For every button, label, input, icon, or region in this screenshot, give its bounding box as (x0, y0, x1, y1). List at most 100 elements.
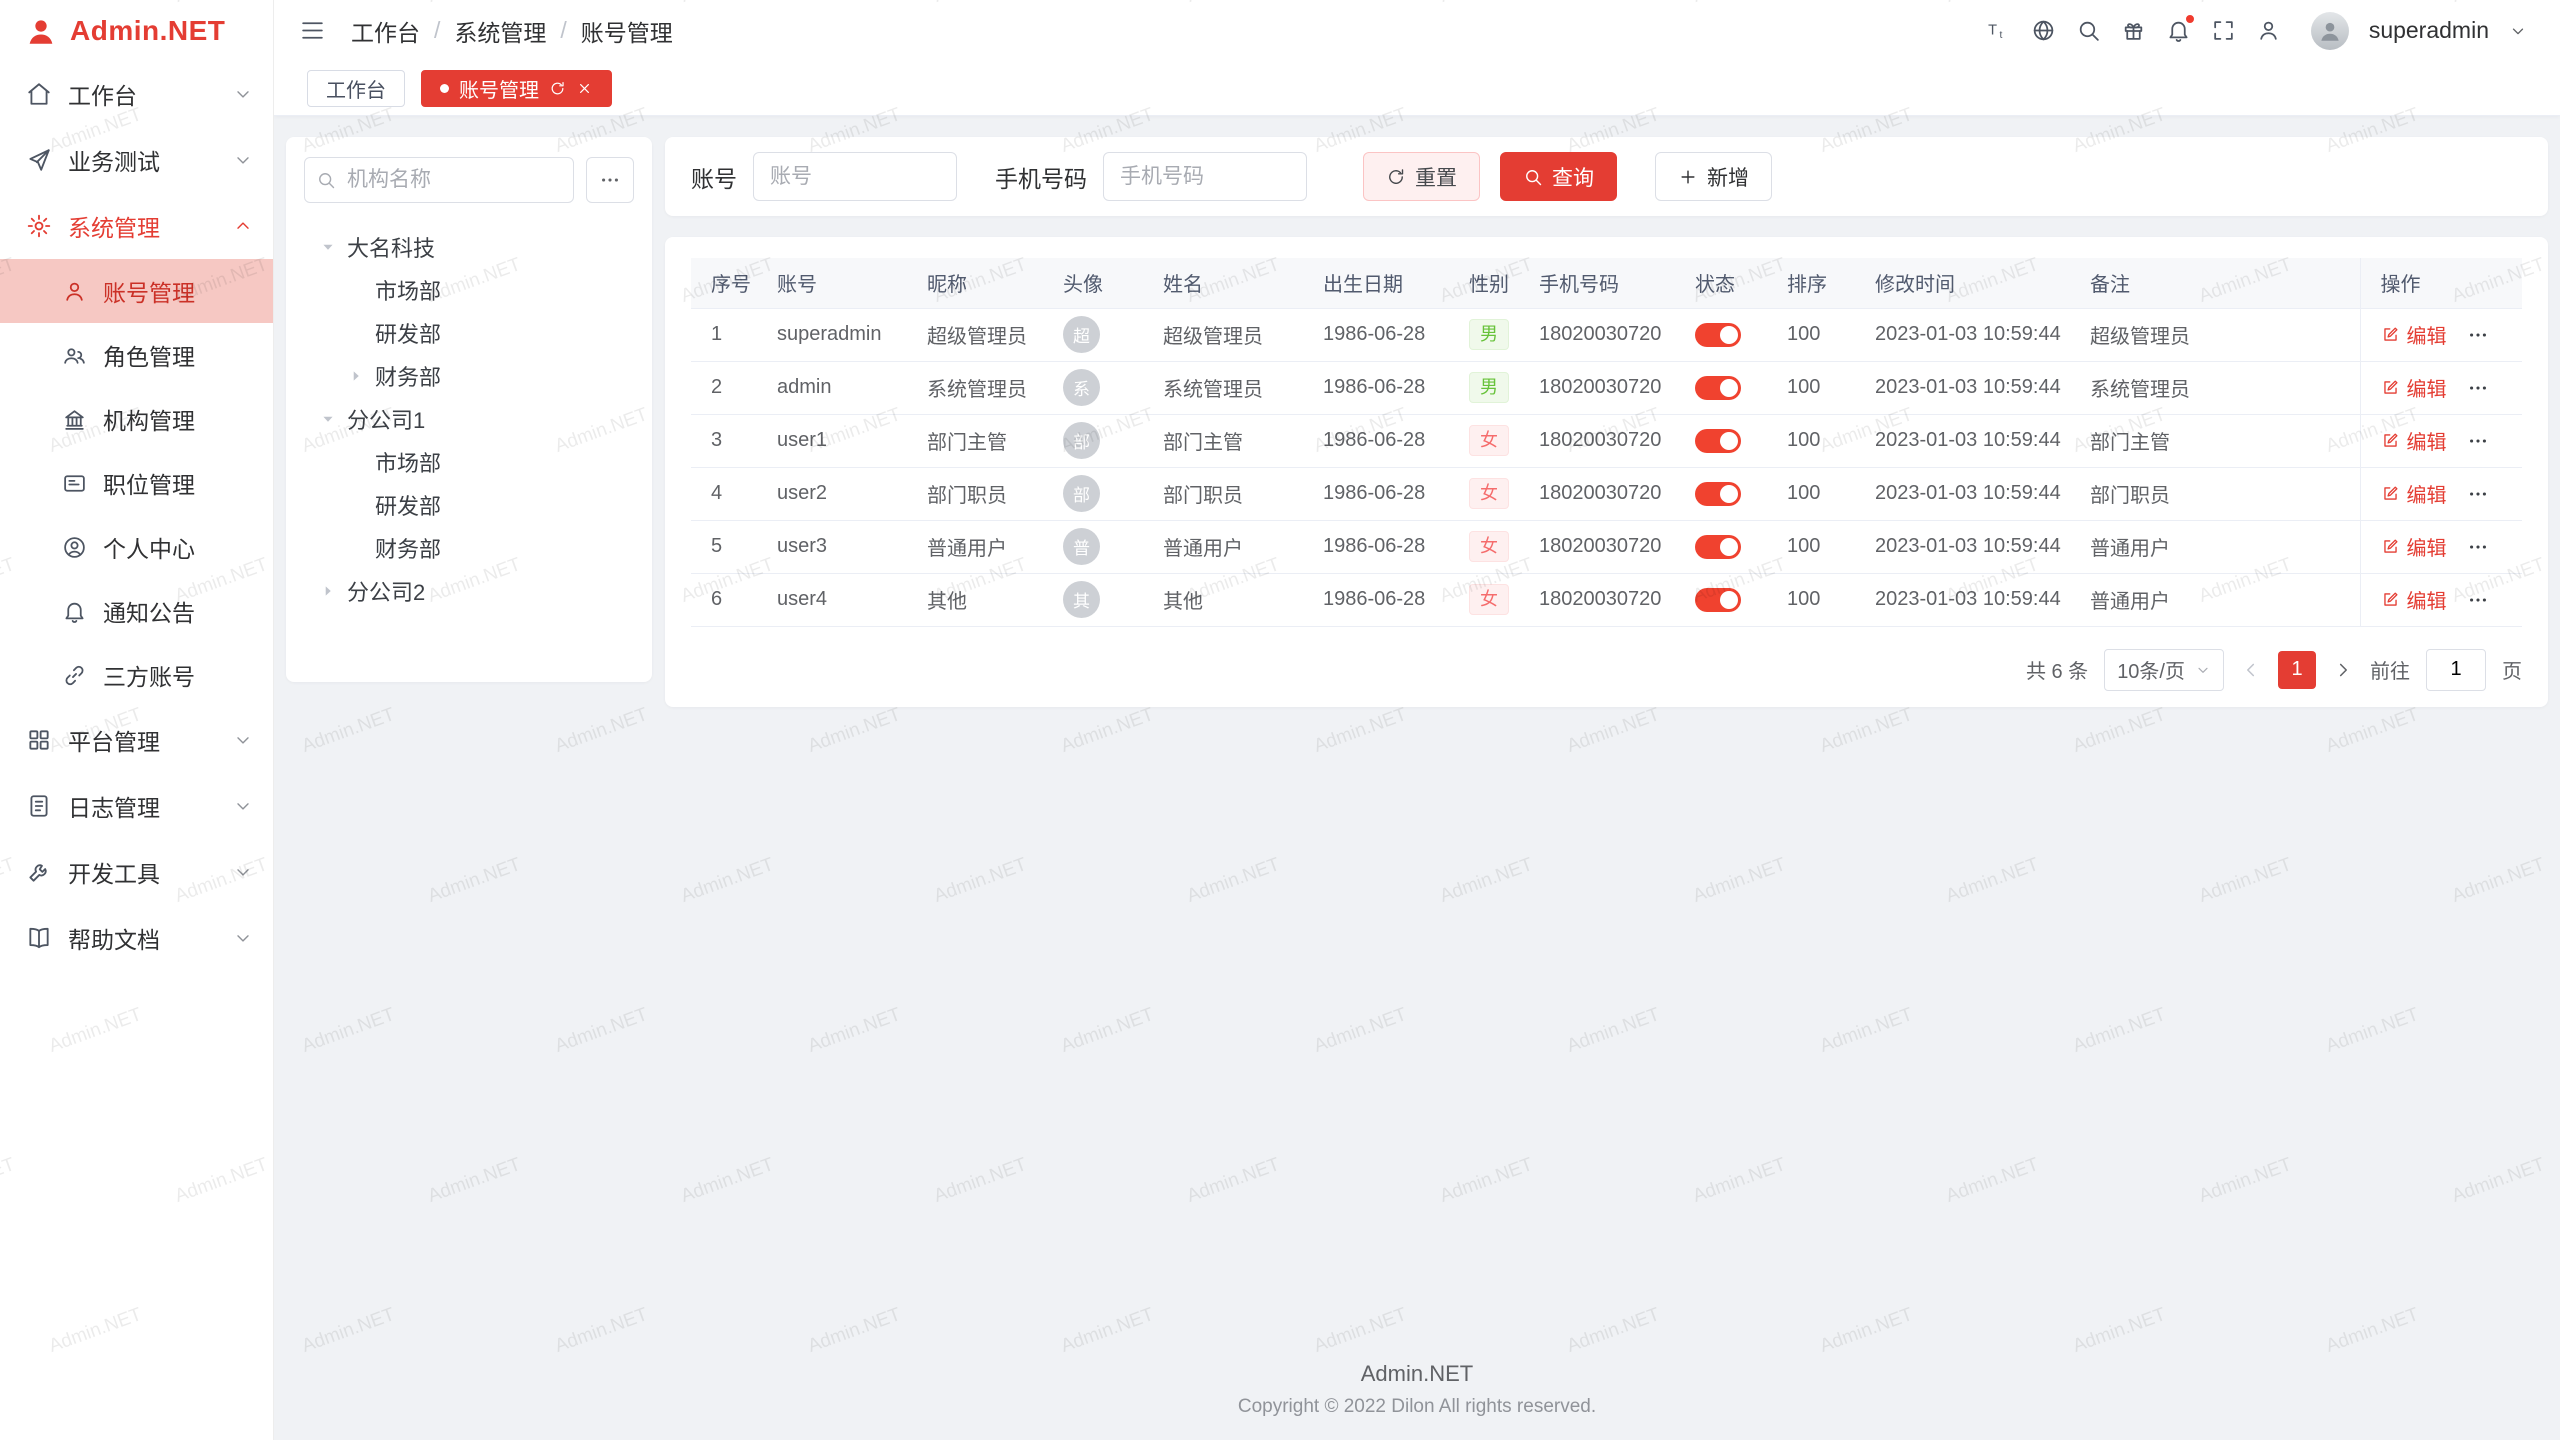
more-actions-button[interactable] (2467, 377, 2489, 399)
refresh-icon[interactable] (549, 80, 566, 97)
tree-node-label: 分公司1 (347, 403, 425, 435)
status-toggle[interactable] (1695, 482, 1741, 506)
sidebar-subitem-0[interactable]: 账号管理 (0, 259, 273, 323)
gender-badge: 男 (1469, 319, 1509, 350)
logo[interactable]: Admin.NET (0, 0, 273, 61)
prev-page-button[interactable] (2240, 659, 2262, 681)
plus-icon (1678, 167, 1698, 187)
org-tree: 大名科技市场部研发部财务部分公司1市场部研发部财务部分公司2 (304, 225, 634, 612)
tree-node-label: 研发部 (375, 317, 441, 349)
tree-node-8[interactable]: 分公司2 (304, 569, 634, 612)
user-icon (62, 279, 87, 304)
breadcrumb-item-0[interactable]: 工作台 (351, 14, 420, 48)
sidebar-item-0[interactable]: 工作台 (0, 61, 273, 127)
edit-button[interactable]: 编辑 (2381, 320, 2447, 349)
page-size-select[interactable]: 10条/页 (2104, 649, 2224, 691)
theme-icon[interactable] (2121, 18, 2146, 43)
page-number-1[interactable]: 1 (2278, 651, 2316, 689)
username[interactable]: superadmin (2369, 17, 2489, 44)
edit-button[interactable]: 编辑 (2381, 532, 2447, 561)
tree-node-5[interactable]: 市场部 (304, 440, 634, 483)
more-actions-button[interactable] (2467, 430, 2489, 452)
cell-remark: 部门职员 (2070, 467, 2360, 520)
sidebar-subitem-label: 机构管理 (103, 402, 195, 436)
sidebar-item-1[interactable]: 业务测试 (0, 127, 273, 193)
hamburger-icon[interactable] (300, 18, 325, 43)
org-search-input[interactable] (304, 157, 574, 203)
tree-node-0[interactable]: 大名科技 (304, 225, 634, 268)
toggle-knob (1720, 538, 1738, 556)
svg-text:T: T (1988, 23, 1997, 39)
search-icon[interactable] (2076, 18, 2101, 43)
add-button[interactable]: 新增 (1655, 152, 1772, 201)
avatar: 系 (1063, 369, 1100, 406)
more-actions-button[interactable] (2467, 589, 2489, 611)
status-toggle[interactable] (1695, 376, 1741, 400)
tree-node-6[interactable]: 研发部 (304, 483, 634, 526)
sidebar-subitem-1[interactable]: 角色管理 (0, 323, 273, 387)
col-header-8: 状态 (1675, 258, 1767, 308)
sidebar-subitem-2[interactable]: 机构管理 (0, 387, 273, 451)
sidebar-subitem-6[interactable]: 三方账号 (0, 643, 273, 707)
chevron-down-icon[interactable] (2509, 22, 2527, 40)
status-toggle[interactable] (1695, 429, 1741, 453)
next-page-button[interactable] (2332, 659, 2354, 681)
org-more-button[interactable] (586, 157, 634, 203)
tree-node-4[interactable]: 分公司1 (304, 397, 634, 440)
sidebar-item-5[interactable]: 开发工具 (0, 839, 273, 905)
org-icon (62, 407, 87, 432)
edit-button[interactable]: 编辑 (2381, 585, 2447, 614)
font-size-icon[interactable]: Tt (1986, 18, 2011, 43)
notification-bell[interactable] (2166, 18, 2191, 43)
status-toggle[interactable] (1695, 323, 1741, 347)
query-form: 账号 手机号码 重置 查询 新增 (665, 137, 2548, 216)
tree-node-label: 市场部 (375, 446, 441, 478)
cell-birthdate: 1986-06-28 (1303, 467, 1449, 520)
language-icon[interactable] (2031, 18, 2056, 43)
edit-button[interactable]: 编辑 (2381, 373, 2447, 402)
cell-birthdate: 1986-06-28 (1303, 520, 1449, 573)
user-avatar[interactable] (2311, 12, 2349, 50)
sidebar-item-2[interactable]: 系统管理 (0, 193, 273, 259)
app-title: Admin.NET (70, 15, 225, 47)
topbar-actions: Tt superadmin (1986, 12, 2527, 50)
sidebar-item-3[interactable]: 平台管理 (0, 707, 273, 773)
cell-modified: 2023-01-03 10:59:44 (1855, 467, 2070, 520)
tab-0[interactable]: 工作台 (307, 70, 405, 107)
account-input[interactable] (753, 152, 957, 201)
search-button[interactable]: 查询 (1500, 152, 1617, 201)
sidebar-subitem-5[interactable]: 通知公告 (0, 579, 273, 643)
breadcrumb-item-1[interactable]: 系统管理 (454, 14, 546, 48)
footer: Admin.NET Copyright © 2022 Dilon All rig… (274, 1343, 2560, 1440)
sidebar-item-4[interactable]: 日志管理 (0, 773, 273, 839)
tree-node-7[interactable]: 财务部 (304, 526, 634, 569)
edit-button[interactable]: 编辑 (2381, 426, 2447, 455)
sidebar-subitem-4[interactable]: 个人中心 (0, 515, 273, 579)
more-actions-button[interactable] (2467, 483, 2489, 505)
breadcrumb-item-2[interactable]: 账号管理 (581, 14, 673, 48)
more-actions-button[interactable] (2467, 536, 2489, 558)
reset-button[interactable]: 重置 (1363, 152, 1480, 201)
status-toggle[interactable] (1695, 535, 1741, 559)
tree-node-1[interactable]: 市场部 (304, 268, 634, 311)
cell-remark: 普通用户 (2070, 573, 2360, 626)
phone-input[interactable] (1103, 152, 1307, 201)
close-icon[interactable] (576, 80, 593, 97)
tree-node-3[interactable]: 财务部 (304, 354, 634, 397)
edit-button[interactable]: 编辑 (2381, 479, 2447, 508)
chevron-down-icon (233, 928, 253, 948)
cell-account: admin (757, 361, 907, 414)
goto-page-input[interactable] (2426, 649, 2486, 691)
caret-placeholder (345, 451, 367, 473)
profile-icon[interactable] (2256, 18, 2281, 43)
tab-1[interactable]: 账号管理 (421, 70, 612, 107)
sidebar-subitem-3[interactable]: 职位管理 (0, 451, 273, 515)
fullscreen-icon[interactable] (2211, 18, 2236, 43)
link-icon (62, 663, 87, 688)
reset-button-label: 重置 (1415, 162, 1457, 192)
tree-node-2[interactable]: 研发部 (304, 311, 634, 354)
status-toggle[interactable] (1695, 588, 1741, 612)
sidebar-item-6[interactable]: 帮助文档 (0, 905, 273, 971)
org-panel: 大名科技市场部研发部财务部分公司1市场部研发部财务部分公司2 (286, 137, 652, 682)
more-actions-button[interactable] (2467, 324, 2489, 346)
